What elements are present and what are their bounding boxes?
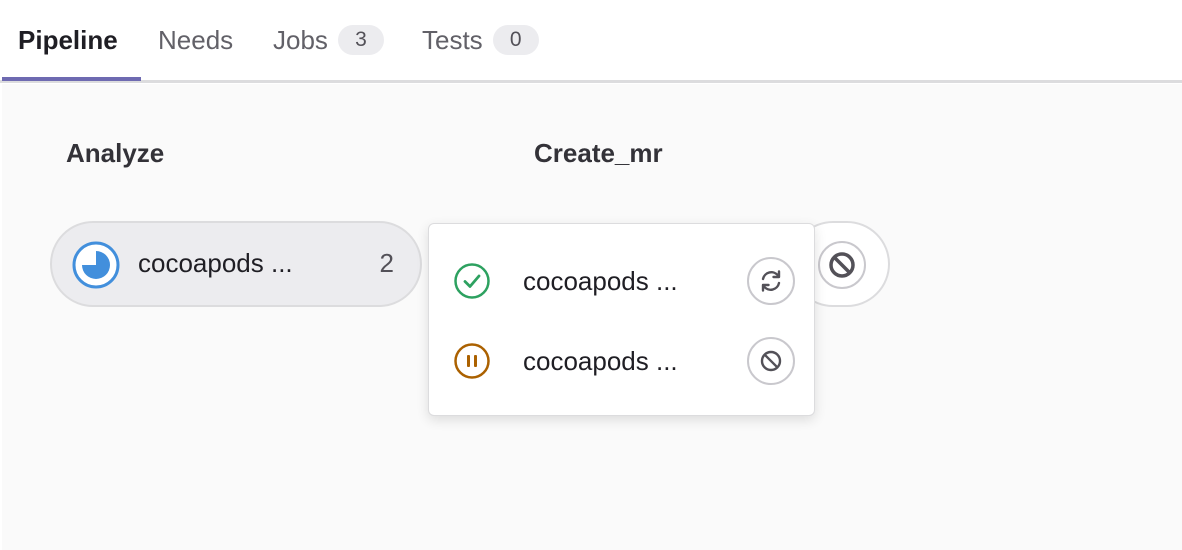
job-group-count: 2 — [379, 248, 394, 278]
running-status-icon — [72, 241, 120, 289]
tab-jobs-label: Jobs — [273, 24, 328, 55]
dropdown-job-name: cocoapods ... — [523, 266, 678, 296]
manual-paused-status-icon — [453, 342, 491, 380]
stage-title-create-mr: Create_mr — [534, 138, 663, 168]
retry-icon[interactable] — [747, 257, 795, 305]
tabs-divider — [0, 80, 1182, 83]
dropdown-job-item[interactable]: cocoapods ... — [429, 330, 816, 390]
cancel-icon[interactable] — [747, 337, 795, 385]
dropdown-job-item[interactable]: cocoapods ... — [429, 250, 816, 310]
dropdown-job-name: cocoapods ... — [523, 346, 678, 376]
success-status-icon — [453, 262, 491, 300]
stage-title-analyze: Analyze — [66, 138, 165, 168]
tab-needs[interactable]: Needs — [158, 0, 233, 80]
tab-needs-label: Needs — [158, 24, 234, 55]
tab-tests[interactable]: Tests 0 — [422, 0, 539, 80]
cancel-icon[interactable] — [818, 241, 866, 289]
job-group-name: cocoapods ... — [138, 248, 293, 278]
tab-pipeline[interactable]: Pipeline — [18, 0, 118, 80]
tests-count-badge: 0 — [492, 25, 539, 55]
jobs-count-badge: 3 — [337, 25, 384, 55]
pipeline-tabs: Pipeline Needs Jobs 3 Tests 0 — [0, 0, 1182, 84]
tab-tests-label: Tests — [422, 24, 483, 55]
job-group-dropdown: cocoapods ... cocoapods ... — [428, 223, 815, 416]
tab-jobs[interactable]: Jobs 3 — [273, 0, 384, 80]
tab-pipeline-label: Pipeline — [18, 24, 118, 55]
job-group-cocoapods[interactable]: cocoapods ... 2 — [50, 221, 422, 307]
active-tab-indicator — [2, 77, 141, 81]
